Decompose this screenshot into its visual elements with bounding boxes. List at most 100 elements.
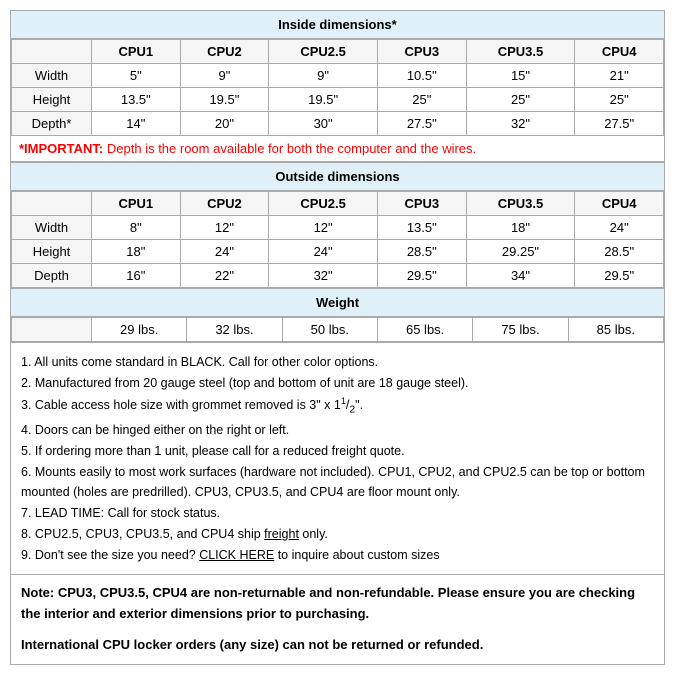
weight-cpu2: 32 lbs. [187,318,282,342]
outside-depth-cpu3: 29.5" [377,264,466,288]
weight-cpu3: 65 lbs. [377,318,472,342]
weight-row: 29 lbs. 32 lbs. 50 lbs. 65 lbs. 75 lbs. … [12,318,664,342]
inside-height-cpu2-5: 19.5" [269,88,378,112]
inside-height-label: Height [12,88,92,112]
outside-width-cpu4: 24" [575,216,664,240]
inside-depth-cpu2-5: 30" [269,112,378,136]
inside-depth-label: Depth* [12,112,92,136]
inside-depth-cpu2: 20" [180,112,269,136]
outside-depth-row: Depth 16" 22" 32" 29.5" 34" 29.5" [12,264,664,288]
weight-empty [12,318,92,342]
col-cpu3: CPU3 [377,40,466,64]
inside-height-row: Height 13.5" 19.5" 19.5" 25" 25" 25" [12,88,664,112]
inside-dimensions-header-row: CPU1 CPU2 CPU2.5 CPU3 CPU3.5 CPU4 [12,40,664,64]
empty-header [12,40,92,64]
outside-height-cpu2: 24" [180,240,269,264]
note-1: 1. All units come standard in BLACK. Cal… [21,352,654,372]
outside-empty-header [12,192,92,216]
col-cpu3-5: CPU3.5 [466,40,575,64]
outside-height-cpu2-5: 24" [269,240,378,264]
click-here-link[interactable]: CLICK HERE [199,548,274,562]
outside-depth-cpu3-5: 34" [466,264,575,288]
important-text: Depth is the room available for both the… [107,141,476,156]
inside-width-cpu2-5: 9" [269,64,378,88]
inside-depth-cpu3-5: 32" [466,112,575,136]
col-cpu4: CPU4 [575,40,664,64]
inside-height-cpu4: 25" [575,88,664,112]
inside-height-cpu2: 19.5" [180,88,269,112]
outside-height-cpu3-5: 29.25" [466,240,575,264]
col-cpu2: CPU2 [180,40,269,64]
note-8: 8. CPU2.5, CPU3, CPU3.5, and CPU4 ship f… [21,524,654,544]
bold-note-1: Note: CPU3, CPU3.5, CPU4 are non-returna… [21,583,654,625]
weight-cpu1: 29 lbs. [92,318,187,342]
inside-dimensions-title: Inside dimensions* [11,11,664,39]
note-6: 6. Mounts easily to most work surfaces (… [21,462,654,502]
outside-depth-cpu1: 16" [92,264,181,288]
outside-col-cpu2-5: CPU2.5 [269,192,378,216]
notes-section: 1. All units come standard in BLACK. Cal… [11,343,664,575]
outside-depth-cpu2-5: 32" [269,264,378,288]
outside-width-label: Width [12,216,92,240]
note-3: 3. Cable access hole size with grommet r… [21,394,654,419]
outside-height-cpu4: 28.5" [575,240,664,264]
weight-cpu2-5: 50 lbs. [282,318,377,342]
outside-width-row: Width 8" 12" 12" 13.5" 18" 24" [12,216,664,240]
outside-col-cpu3: CPU3 [377,192,466,216]
note-9: 9. Don't see the size you need? CLICK HE… [21,545,654,565]
note-4: 4. Doors can be hinged either on the rig… [21,420,654,440]
outside-col-cpu2: CPU2 [180,192,269,216]
outside-depth-cpu4: 29.5" [575,264,664,288]
inside-depth-cpu1: 14" [92,112,181,136]
bold-notes-section: Note: CPU3, CPU3.5, CPU4 are non-returna… [11,575,664,663]
outside-width-cpu2-5: 12" [269,216,378,240]
outside-height-cpu3: 28.5" [377,240,466,264]
inside-depth-row: Depth* 14" 20" 30" 27.5" 32" 27.5" [12,112,664,136]
outside-width-cpu1: 8" [92,216,181,240]
weight-table: 29 lbs. 32 lbs. 50 lbs. 65 lbs. 75 lbs. … [11,317,664,342]
inside-height-cpu3-5: 25" [466,88,575,112]
outside-depth-cpu2: 22" [180,264,269,288]
inside-width-cpu3: 10.5" [377,64,466,88]
outside-height-cpu1: 18" [92,240,181,264]
weight-cpu4: 85 lbs. [568,318,663,342]
outside-dimensions-section: Outside dimensions CPU1 CPU2 CPU2.5 CPU3… [11,163,664,289]
outside-col-cpu3-5: CPU3.5 [466,192,575,216]
inside-depth-cpu4: 27.5" [575,112,664,136]
inside-width-cpu4: 21" [575,64,664,88]
note-5: 5. If ordering more than 1 unit, please … [21,441,654,461]
outside-dimensions-header-row: CPU1 CPU2 CPU2.5 CPU3 CPU3.5 CPU4 [12,192,664,216]
col-cpu1: CPU1 [92,40,181,64]
inside-width-cpu3-5: 15" [466,64,575,88]
outside-width-cpu3: 13.5" [377,216,466,240]
inside-dimensions-table: CPU1 CPU2 CPU2.5 CPU3 CPU3.5 CPU4 Width … [11,39,664,136]
inside-width-cpu2: 9" [180,64,269,88]
col-cpu2-5: CPU2.5 [269,40,378,64]
weight-cpu3-5: 75 lbs. [473,318,568,342]
inside-width-row: Width 5" 9" 9" 10.5" 15" 21" [12,64,664,88]
outside-dimensions-title: Outside dimensions [11,163,664,191]
weight-title: Weight [11,289,664,317]
outside-width-cpu3-5: 18" [466,216,575,240]
important-note: *IMPORTANT: Depth is the room available … [11,136,664,162]
main-container: Inside dimensions* CPU1 CPU2 CPU2.5 CPU3… [10,10,665,665]
freight-underline: freight [264,527,299,541]
outside-col-cpu4: CPU4 [575,192,664,216]
note-7: 7. LEAD TIME: Call for stock status. [21,503,654,523]
outside-col-cpu1: CPU1 [92,192,181,216]
weight-section: Weight 29 lbs. 32 lbs. 50 lbs. 65 lbs. 7… [11,289,664,343]
outside-width-cpu2: 12" [180,216,269,240]
outside-height-row: Height 18" 24" 24" 28.5" 29.25" 28.5" [12,240,664,264]
outside-height-label: Height [12,240,92,264]
important-label: *IMPORTANT: [19,141,103,156]
outside-dimensions-table: CPU1 CPU2 CPU2.5 CPU3 CPU3.5 CPU4 Width … [11,191,664,288]
inside-depth-cpu3: 27.5" [377,112,466,136]
inside-height-cpu3: 25" [377,88,466,112]
inside-width-cpu1: 5" [92,64,181,88]
inside-width-label: Width [12,64,92,88]
note-2: 2. Manufactured from 20 gauge steel (top… [21,373,654,393]
outside-depth-label: Depth [12,264,92,288]
bold-note-2: International CPU locker orders (any siz… [21,635,654,656]
inside-height-cpu1: 13.5" [92,88,181,112]
inside-dimensions-section: Inside dimensions* CPU1 CPU2 CPU2.5 CPU3… [11,11,664,163]
